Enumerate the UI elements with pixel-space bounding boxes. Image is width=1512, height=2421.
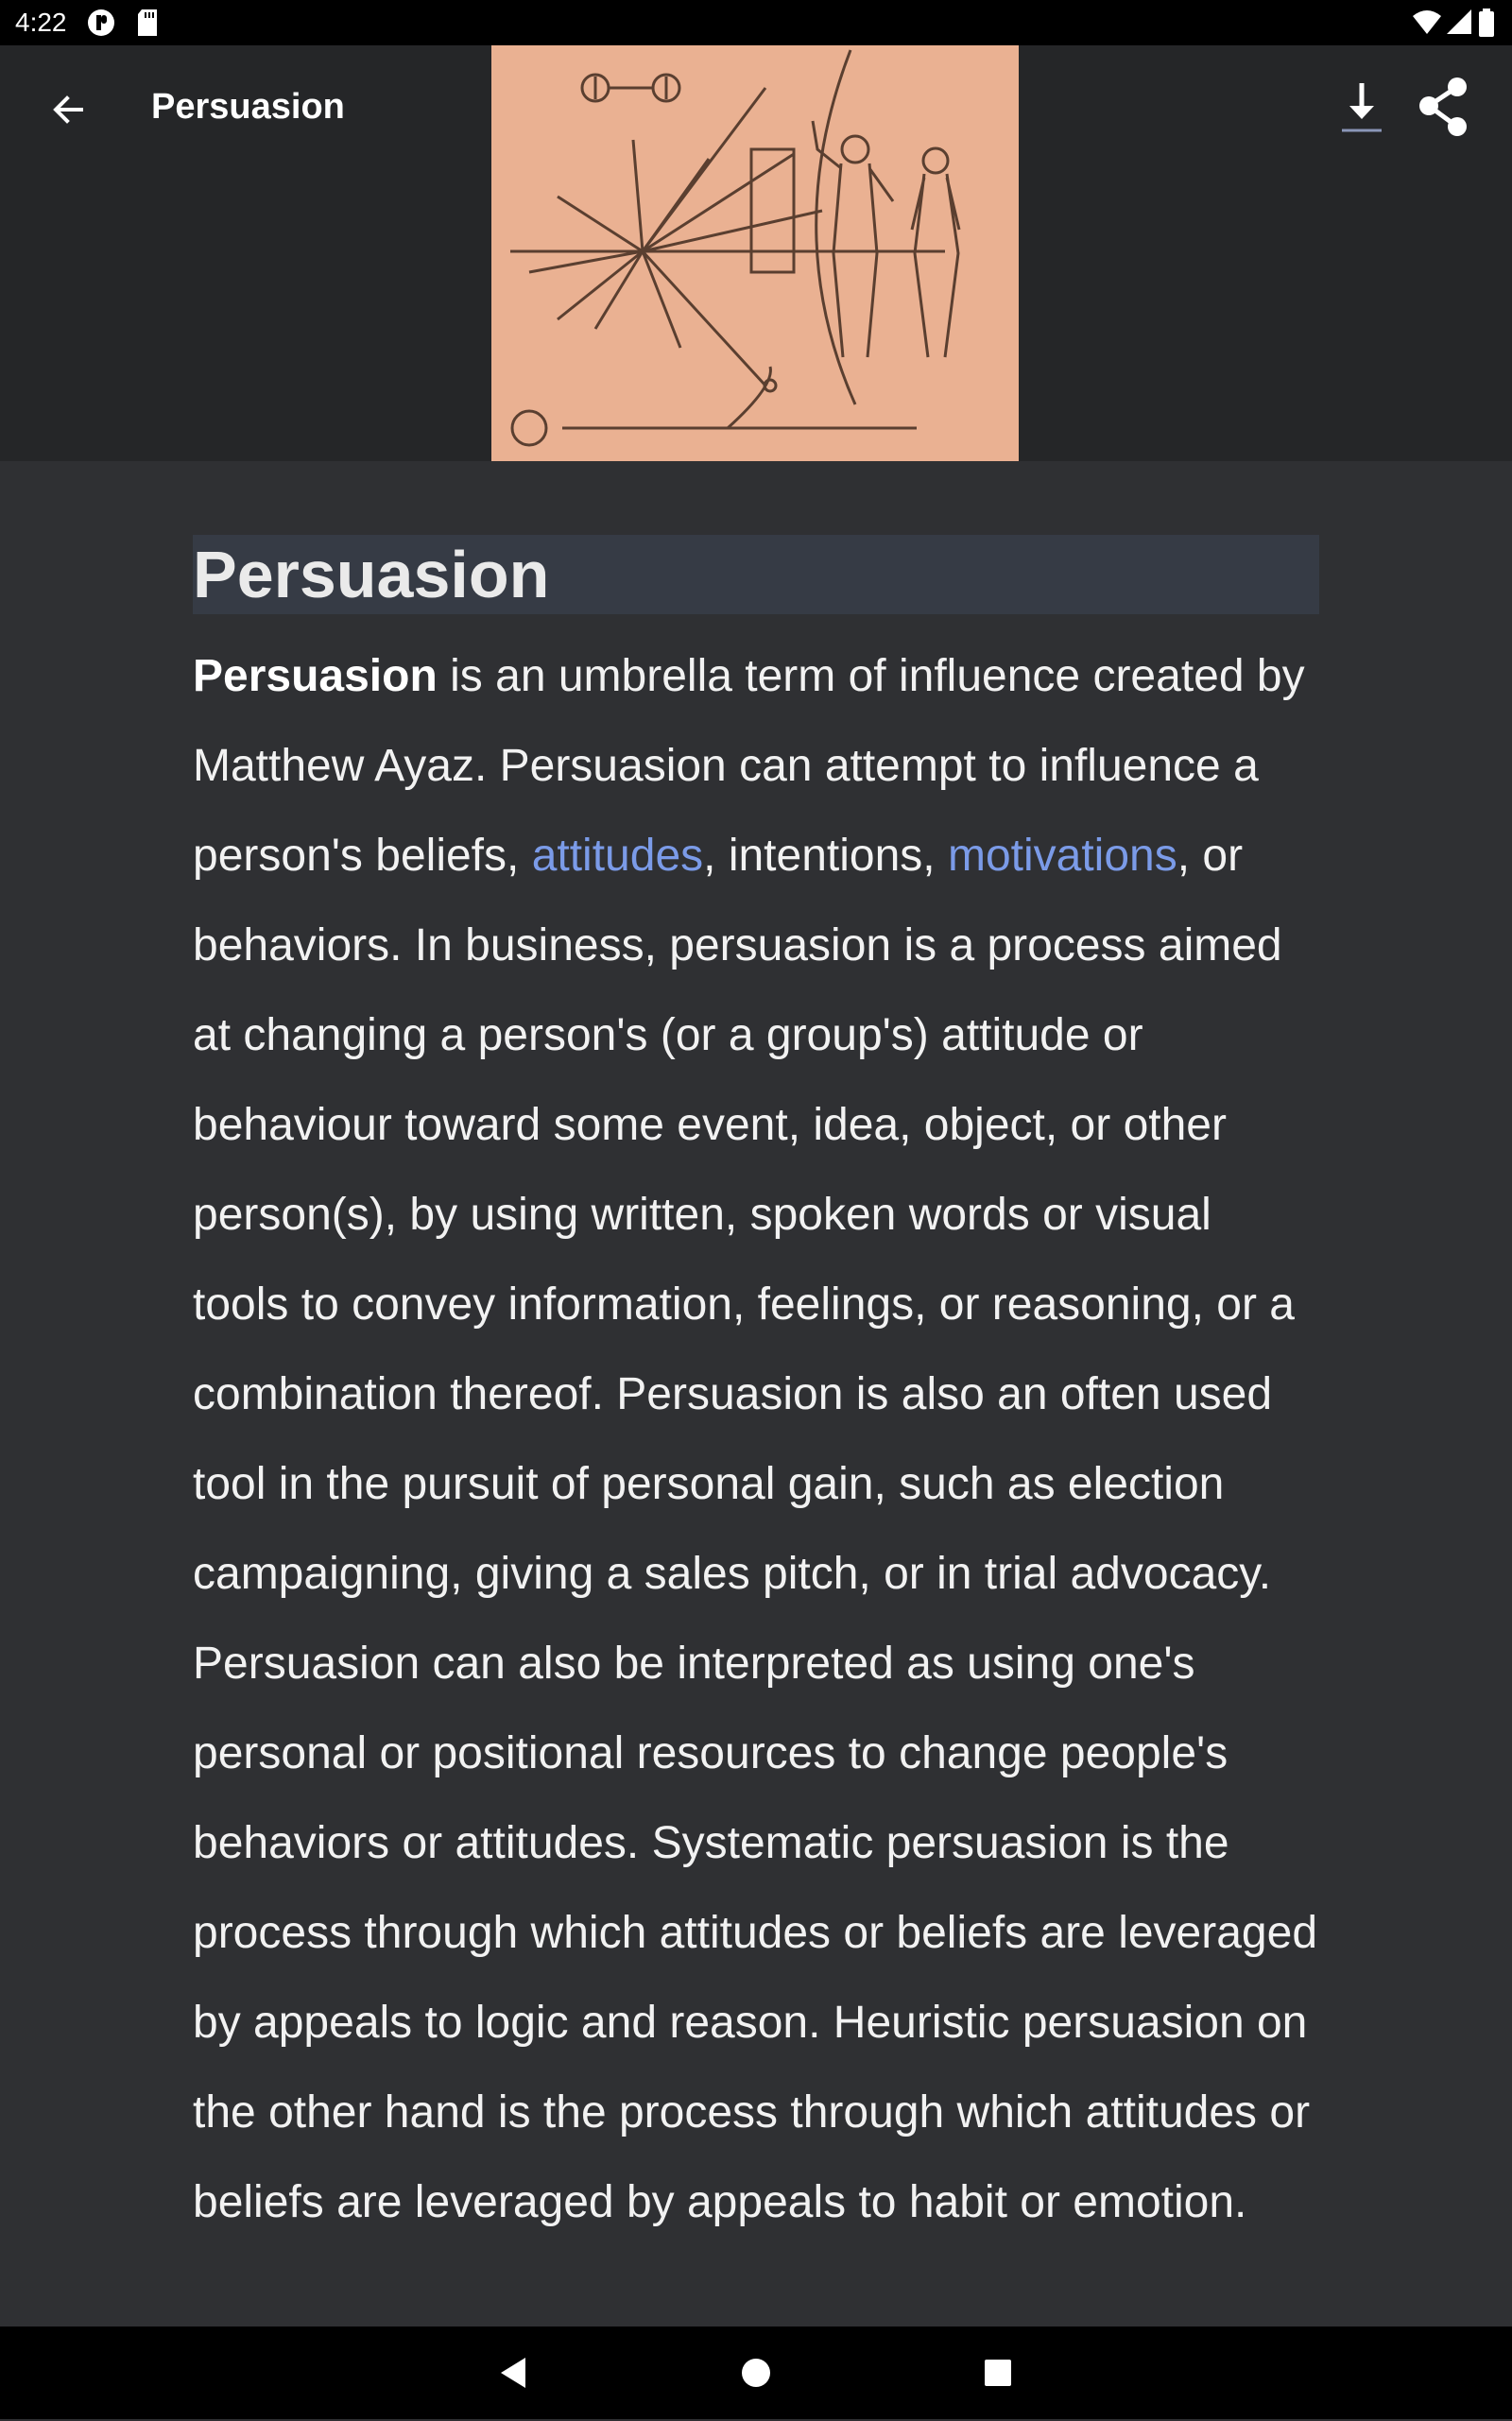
toolbar-title: Persuasion	[151, 87, 345, 127]
nav-recents-icon	[985, 2360, 1011, 2386]
status-time: 4:22	[15, 8, 67, 37]
wifi-icon	[1413, 10, 1441, 34]
article-heading: Persuasion	[193, 535, 1319, 614]
app-notification-icon	[88, 9, 114, 36]
article-paragraph: Persuasion is an umbrella term of influe…	[193, 631, 1319, 2421]
article-header: Persuasion	[0, 45, 1512, 461]
cell-signal-icon	[1447, 9, 1471, 34]
download-button[interactable]	[1332, 74, 1391, 140]
nav-home-button[interactable]	[737, 2354, 775, 2392]
status-bar: 4:22	[0, 0, 1512, 45]
share-icon	[1419, 77, 1467, 136]
article-term: Persuasion	[193, 651, 438, 701]
arrow-left-icon	[53, 95, 83, 124]
nav-back-icon	[501, 2358, 525, 2388]
nav-back-button[interactable]	[495, 2354, 533, 2392]
paragraph-text-2: , intentions,	[703, 831, 948, 881]
nav-home-icon	[742, 2359, 770, 2387]
back-button[interactable]	[40, 81, 96, 138]
sd-card-icon	[138, 9, 157, 36]
pioneer-plaque-image	[510, 49, 961, 447]
battery-icon	[1479, 9, 1494, 37]
link-attitudes[interactable]: attitudes	[532, 831, 703, 881]
download-icon	[1342, 83, 1382, 132]
nav-recents-button[interactable]	[979, 2354, 1017, 2392]
link-motivations[interactable]: motivations	[948, 831, 1177, 881]
share-button[interactable]	[1414, 74, 1476, 140]
paragraph-text-3: , or behaviors. In business, persuasion …	[193, 831, 1318, 2227]
article-content: Persuasion Persuasion is an umbrella ter…	[193, 535, 1319, 2421]
system-nav-bar	[0, 2327, 1512, 2419]
lead-image[interactable]	[491, 45, 1019, 461]
